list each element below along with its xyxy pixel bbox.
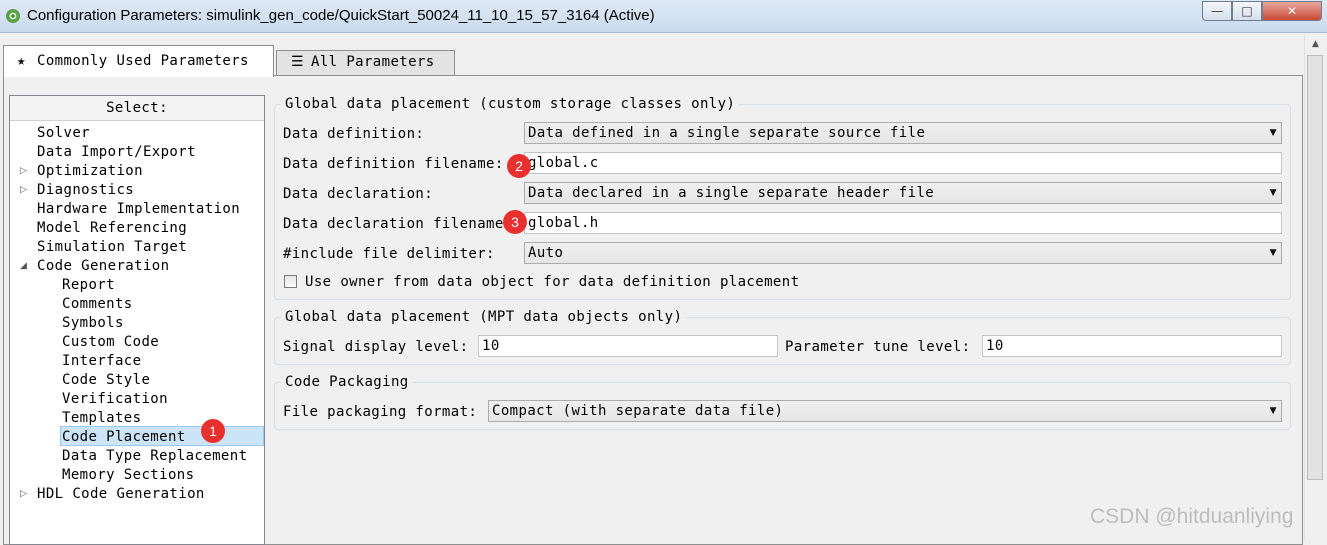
simulink-app-icon <box>6 9 20 23</box>
packaging-format-value: Compact (with separate data file) <box>492 403 784 419</box>
annotation-badge-1: 1 <box>201 419 225 443</box>
tree-item-label: Model Referencing <box>37 220 188 236</box>
scrollbar-thumb[interactable] <box>1307 55 1323 480</box>
vertical-scrollbar[interactable]: ▲ <box>1304 35 1326 540</box>
tab-label: Commonly Used Parameters <box>37 53 249 69</box>
window-title: Configuration Parameters: simulink_gen_c… <box>27 7 655 24</box>
tree-item-symbols[interactable]: Symbols <box>62 314 124 333</box>
tab-commonly-used-parameters[interactable]: ★ Commonly Used Parameters <box>3 45 274 77</box>
data-declaration-value: Data declared in a single separate heade… <box>528 185 935 201</box>
signal-display-field[interactable]: 10 <box>478 335 778 357</box>
signal-display-label: Signal display level: <box>283 339 469 355</box>
group-title-mpt: Global data placement (MPT data objects … <box>281 309 687 325</box>
tree-item-templates[interactable]: Templates <box>62 409 141 428</box>
packaging-format-dropdown[interactable]: Compact (with separate data file) ▼ <box>488 400 1282 422</box>
tree-item-label: Symbols <box>62 315 124 331</box>
collapsed-arrow-icon[interactable]: ▷ <box>20 162 30 181</box>
tree-item-label: Code Generation <box>37 258 170 274</box>
tree-item-optimization[interactable]: ▷ Optimization <box>20 162 143 181</box>
tree-item-diagnostics[interactable]: ▷ Diagnostics <box>20 181 135 200</box>
owner-checkbox-label: Use owner from data object for data defi… <box>305 274 800 290</box>
data-definition-filename-value: global.c <box>528 155 599 171</box>
tree-item-code-style[interactable]: Code Style <box>62 371 150 390</box>
annotation-badge-3: 3 <box>503 210 527 234</box>
data-declaration-filename-field[interactable]: global.h <box>524 212 1282 234</box>
parameter-tune-value: 10 <box>986 338 1004 354</box>
tree-item-data-import-export[interactable]: Data Import/Export <box>37 143 196 162</box>
collapsed-arrow-icon[interactable]: ▷ <box>20 485 30 504</box>
tree-item-solver[interactable]: Solver <box>37 124 90 143</box>
star-icon: ★ <box>17 53 26 69</box>
collapsed-arrow-icon[interactable]: ▷ <box>20 181 30 200</box>
owner-checkbox[interactable] <box>284 275 297 288</box>
tree-item-label: Report <box>62 277 115 293</box>
chevron-down-icon: ▼ <box>1269 406 1277 416</box>
tree-item-label: Interface <box>62 353 142 369</box>
scroll-up-arrow-icon[interactable]: ▲ <box>1305 35 1326 53</box>
tree-item-label: Optimization <box>37 163 143 179</box>
tree-item-interface[interactable]: Interface <box>62 352 141 371</box>
data-declaration-dropdown[interactable]: Data declared in a single separate heade… <box>524 182 1282 204</box>
title-bar: Configuration Parameters: simulink_gen_c… <box>0 0 1327 33</box>
parameter-tune-label: Parameter tune level: <box>785 339 971 355</box>
signal-display-value: 10 <box>482 338 500 354</box>
chevron-down-icon: ▼ <box>1269 128 1277 138</box>
tree-item-label: Simulation Target <box>37 239 188 255</box>
tree-item-label: Code Placement <box>62 429 186 445</box>
include-delimiter-label: #include file delimiter: <box>283 246 495 262</box>
list-icon: ☰ <box>291 54 304 70</box>
include-delimiter-value: Auto <box>528 245 564 261</box>
data-declaration-filename-label: Data declaration filename: <box>283 216 513 232</box>
minimize-button[interactable]: — <box>1202 1 1232 21</box>
tree-item-label: Templates <box>62 410 142 426</box>
tree-item-hdl-code-generation[interactable]: ▷ HDL Code Generation <box>20 485 205 504</box>
tree-item-label: Solver <box>37 125 90 141</box>
tree-item-label: Verification <box>62 391 168 407</box>
tree-item-hardware-implementation[interactable]: Hardware Implementation <box>37 200 240 219</box>
chevron-down-icon: ▼ <box>1269 188 1277 198</box>
tree-item-label: HDL Code Generation <box>37 486 205 502</box>
tree-item-label: Hardware Implementation <box>37 201 241 217</box>
tab-label: All Parameters <box>311 54 435 70</box>
expanded-arrow-icon[interactable]: ◢ <box>20 257 30 276</box>
data-definition-dropdown[interactable]: Data defined in a single separate source… <box>524 122 1282 144</box>
data-definition-filename-label: Data definition filename: <box>283 156 504 172</box>
chevron-down-icon: ▼ <box>1269 248 1277 258</box>
group-title-csc: Global data placement (custom storage cl… <box>281 96 740 112</box>
tree-item-label: Comments <box>62 296 133 312</box>
tree-item-label: Data Type Replacement <box>62 448 248 464</box>
tab-all-parameters[interactable]: ☰ All Parameters <box>276 50 455 75</box>
tree-item-code-placement[interactable]: Code Placement <box>62 428 186 447</box>
annotation-badge-2: 2 <box>507 154 531 178</box>
tree-item-data-type-replacement[interactable]: Data Type Replacement <box>62 447 247 466</box>
tree-item-model-referencing[interactable]: Model Referencing <box>37 219 187 238</box>
data-definition-filename-field[interactable]: global.c <box>524 152 1282 174</box>
tree-item-verification[interactable]: Verification <box>62 390 168 409</box>
tree-item-label: Diagnostics <box>37 182 135 198</box>
category-tree[interactable]: Select: Solver Data Import/Export ▷ Optimiz… <box>9 95 265 545</box>
tree-item-label: Memory Sections <box>62 467 195 483</box>
watermark: CSDN @hitduanliying <box>1090 505 1294 528</box>
data-declaration-filename-value: global.h <box>528 215 599 231</box>
close-button[interactable]: ✕ <box>1262 1 1322 21</box>
group-title-packaging: Code Packaging <box>281 374 413 390</box>
maximize-button[interactable]: □ <box>1232 1 1262 21</box>
tree-item-comments[interactable]: Comments <box>62 295 133 314</box>
tree-item-label: Code Style <box>62 372 151 388</box>
tree-item-custom-code[interactable]: Custom Code <box>62 333 159 352</box>
tree-item-label: Custom Code <box>62 334 160 350</box>
packaging-format-label: File packaging format: <box>283 404 478 420</box>
tree-item-memory-sections[interactable]: Memory Sections <box>62 466 194 485</box>
data-declaration-label: Data declaration: <box>283 186 434 202</box>
include-delimiter-dropdown[interactable]: Auto ▼ <box>524 242 1282 264</box>
tree-item-report[interactable]: Report <box>62 276 115 295</box>
tree-header: Select: <box>10 96 264 121</box>
data-definition-value: Data defined in a single separate source… <box>528 125 926 141</box>
parameter-tune-field[interactable]: 10 <box>982 335 1282 357</box>
tree-item-simulation-target[interactable]: Simulation Target <box>37 238 187 257</box>
tree-item-label: Data Import/Export <box>37 144 196 160</box>
data-definition-label: Data definition: <box>283 126 425 142</box>
tree-item-code-generation[interactable]: ◢ Code Generation <box>20 257 170 276</box>
